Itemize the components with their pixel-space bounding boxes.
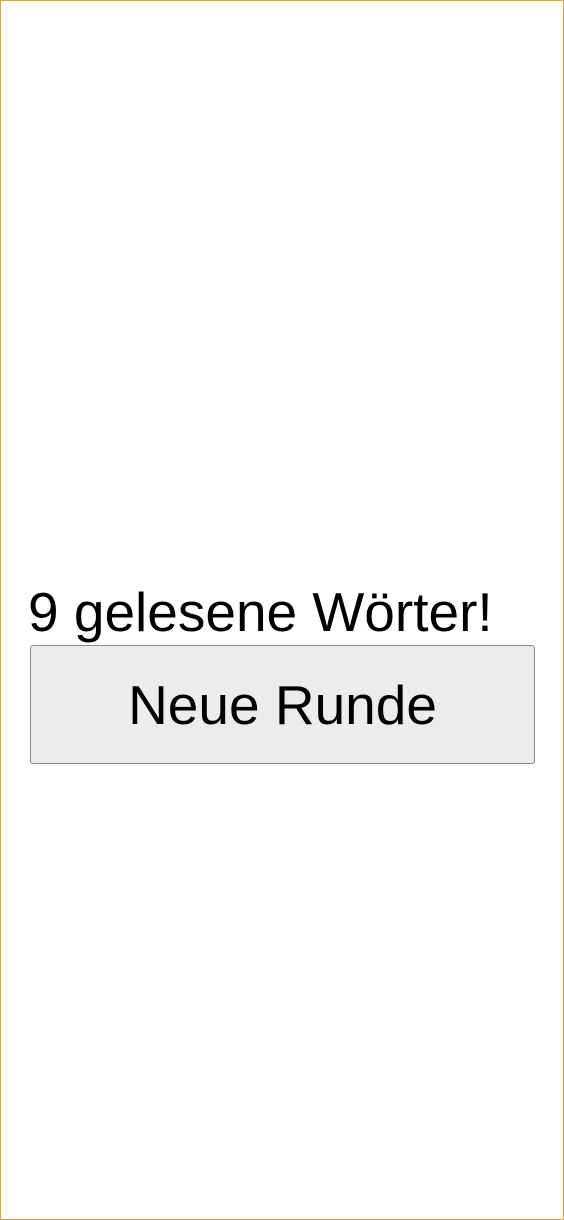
- new-round-button[interactable]: Neue Runde: [30, 645, 535, 764]
- words-read-result: 9 gelesene Wörter!: [28, 581, 493, 643]
- app-frame: 9 gelesene Wörter! Neue Runde: [0, 0, 564, 1220]
